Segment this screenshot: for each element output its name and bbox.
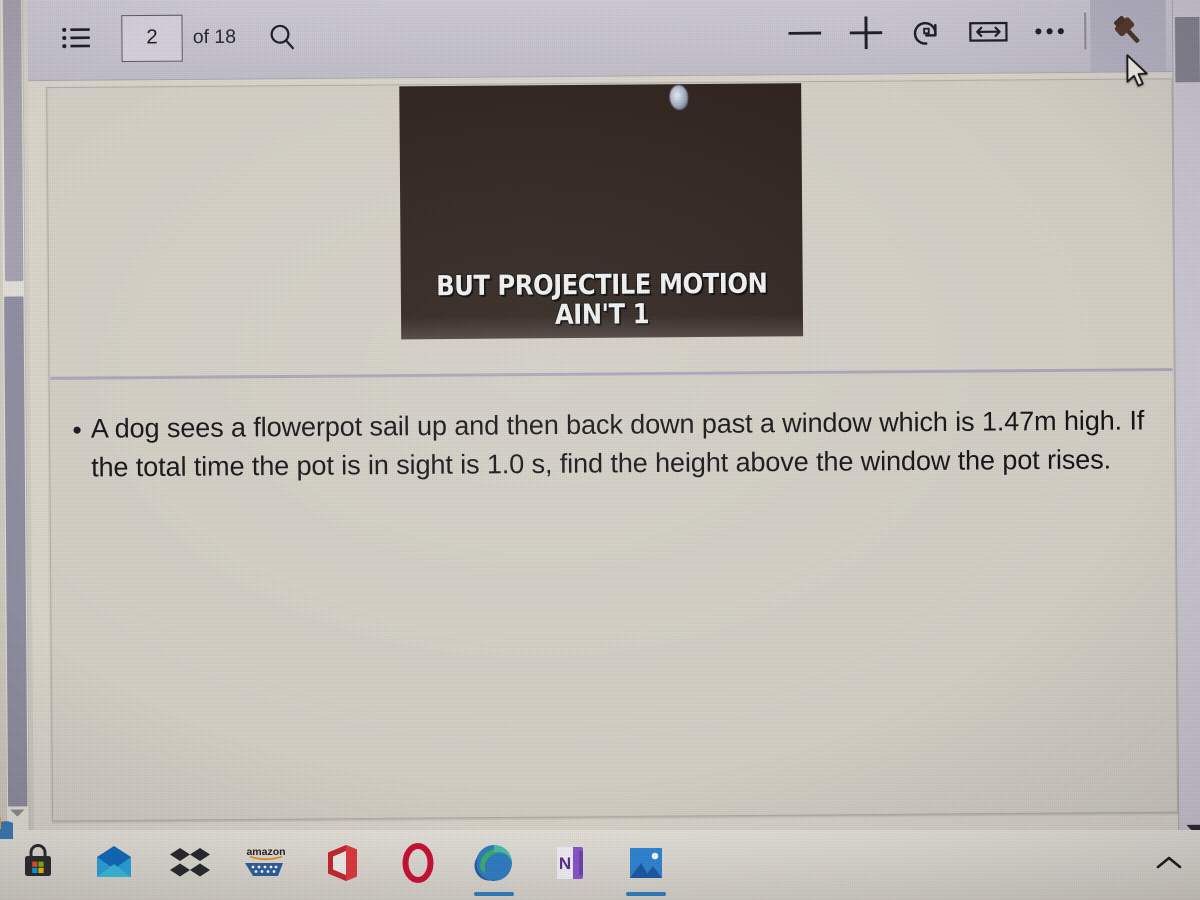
opera-icon [398, 842, 438, 889]
photographed-screen: 2 of 18 BUT PROJECTILE MOTION A dog sees… [0, 0, 1200, 900]
search-icon[interactable] [252, 6, 314, 68]
store-icon [18, 843, 58, 888]
taskbar-item-mail[interactable] [76, 830, 152, 900]
chevron-up-icon[interactable] [1154, 853, 1184, 877]
page-number-input[interactable]: 2 [121, 14, 183, 62]
dropbox-icon [170, 845, 210, 886]
left-scrollbar-upper-thumb[interactable] [2, 0, 24, 282]
meme-caption-line-1: BUT PROJECTILE MOTION [436, 267, 768, 303]
table-of-contents-icon[interactable] [46, 8, 108, 70]
photos-icon [626, 843, 666, 888]
mail-icon [93, 844, 135, 887]
bullet-marker-icon [73, 426, 81, 434]
taskbar-item-opera[interactable] [380, 830, 456, 900]
image-bottom-glare [401, 313, 804, 340]
toolbar-divider [1084, 12, 1087, 49]
taskbar-item-onenote[interactable]: N [532, 830, 608, 900]
document-page[interactable]: BUT PROJECTILE MOTION AIN'T 1 A dog sees… [46, 78, 1179, 822]
mouse-cursor [1125, 54, 1152, 94]
onenote-icon: N [550, 843, 590, 888]
image-highlight-spot [669, 85, 689, 110]
taskbar-pinned-items: amazon N [0, 830, 684, 900]
problem-statement-text: A dog sees a flowerpot sail up and then … [90, 404, 1145, 483]
more-options-icon[interactable] [1019, 0, 1081, 62]
viewer-scrollbar-thumb[interactable] [1174, 16, 1200, 83]
taskbar-item-office[interactable] [304, 830, 380, 900]
rotate-icon[interactable] [896, 1, 958, 63]
zoom-in-button[interactable] [835, 1, 897, 63]
bullet-item: A dog sees a flowerpot sail up and then … [73, 401, 1147, 487]
system-tray [1154, 830, 1200, 900]
taskbar-item-partial[interactable] [0, 809, 20, 848]
edge-icon [473, 842, 515, 889]
fit-to-width-icon[interactable] [958, 0, 1020, 62]
taskbar-active-indicator [626, 892, 666, 896]
taskbar-item-photos[interactable] [608, 830, 684, 900]
pdf-toolbar: 2 of 18 [27, 0, 1173, 82]
office-icon [324, 843, 360, 888]
left-scrollbar-thumb[interactable] [4, 296, 28, 807]
svg-text:amazon: amazon [246, 846, 285, 858]
slide-text-region: A dog sees a flowerpot sail up and then … [50, 374, 1177, 820]
zoom-out-button[interactable] [774, 2, 836, 64]
windows-taskbar: amazon N [0, 830, 1200, 900]
page-total-label: of 18 [192, 25, 237, 48]
taskbar-item-microsoft-edge[interactable] [456, 830, 532, 900]
amazon-icon: amazon [239, 843, 293, 888]
pdf-viewer-window: 2 of 18 BUT PROJECTILE MOTION A dog sees… [27, 0, 1179, 845]
taskbar-item-dropbox[interactable] [152, 830, 228, 900]
slide-image-region: BUT PROJECTILE MOTION AIN'T 1 [48, 80, 1173, 380]
taskbar-item-amazon[interactable]: amazon [228, 830, 304, 900]
taskbar-active-indicator [474, 892, 514, 896]
svg-text:N: N [559, 854, 571, 873]
meme-image: BUT PROJECTILE MOTION AIN'T 1 [399, 81, 804, 340]
